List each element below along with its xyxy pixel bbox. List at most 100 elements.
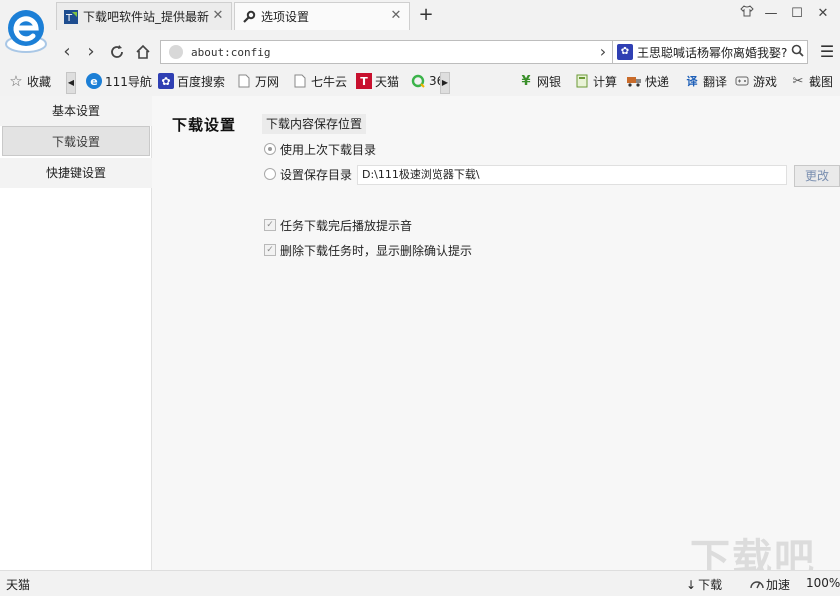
favorites-button[interactable]: ☆ 收藏 [8,71,51,91]
tab-title: 选项设置 [261,10,310,24]
sidebar-item-shortcuts[interactable]: 快捷键设置 [0,158,152,188]
bookmark-screenshot[interactable]: ✂ 截图 [790,71,833,91]
zoom-level[interactable]: 100% [806,576,840,590]
bookmark-bank[interactable]: ¥ 网银 [518,71,561,91]
checkbox-confirm-delete[interactable]: ✓ 删除下载任务时，显示删除确认提示 [264,241,472,259]
forward-icon[interactable]: › [80,40,102,64]
bookmark-calculator[interactable]: 计算 [574,71,617,91]
bookmark-111nav[interactable]: e 111导航 [86,71,152,91]
bookmark-tmall[interactable]: T 天猫 [356,71,399,91]
bookmark-game[interactable]: 游戏 [734,71,777,91]
refresh-icon[interactable] [106,40,128,64]
checkbox-play-sound[interactable]: ✓ 任务下载完后播放提示音 [264,216,412,234]
star-icon: ☆ [9,72,23,90]
search-box[interactable]: ✿ 王思聪喊话杨幂你离婚我娶? [612,40,808,64]
scissors-icon: ✂ [792,73,804,89]
bookmark-baidu[interactable]: ✿ 百度搜索 [158,71,225,91]
bookmarks-scroll-right[interactable]: ▶ [440,72,450,94]
sidebar-item-basic[interactable]: 基本设置 [0,96,152,126]
bookmark-label: 七牛云 [311,74,348,89]
bookmark-wanwang[interactable]: 万网 [236,71,279,91]
back-icon[interactable]: ‹ [56,40,78,64]
address-url[interactable]: about:config [191,46,649,59]
xzb-logo-icon: T [63,9,79,25]
tmall-icon: T [356,73,372,89]
bookmarks-scroll-left[interactable]: ◀ [66,72,76,94]
save-path-field[interactable]: D:\111极速浏览器下载\ [357,165,787,185]
status-text: 天猫 [6,578,31,592]
chevron-right-icon[interactable]: › [592,40,614,64]
browser-logo-icon[interactable] [4,6,52,54]
bookmark-label: 111导航 [105,74,152,89]
tab-options[interactable]: 选项设置 ✕ [234,2,410,30]
accelerate-button[interactable]: 加速 [750,576,790,593]
bookmarks-bar: ☆ 收藏 ◀ e 111导航 ✿ 百度搜索 万网 七牛云 T 天猫 36 ▶ ¥… [0,68,840,94]
home-icon[interactable] [132,40,154,64]
page-icon [236,73,252,89]
speedometer-icon [750,577,764,592]
change-path-button[interactable]: 更改 [794,165,840,187]
maximize-icon[interactable]: ☐ [786,4,808,24]
bookmark-translate[interactable]: 译 翻译 [684,71,728,91]
menu-icon[interactable]: ☰ [816,40,838,64]
checkbox-label: 任务下载完后播放提示音 [280,218,413,233]
globe-icon [169,45,183,59]
bookmark-label: 网银 [537,74,562,89]
bookmark-label: 截图 [809,74,834,89]
browser-chrome: T 下载吧软件站_提供最新 ✕ 选项设置 ✕ + — ☐ ✕ ‹ › about… [0,0,840,96]
favorites-label: 收藏 [27,74,52,89]
zoom-label: 100% [806,576,840,590]
sidebar-item-download[interactable]: 下载设置 [2,126,150,156]
download-button[interactable]: ↓ 下载 [686,576,722,593]
radio-label: 使用上次下载目录 [280,142,377,157]
close-icon[interactable]: ✕ [211,9,225,23]
accelerate-label: 加速 [766,578,791,592]
svg-text:T: T [65,13,73,24]
tab-bar: T 下载吧软件站_提供最新 ✕ 选项设置 ✕ + — ☐ ✕ [56,0,840,32]
minimize-icon[interactable]: — [760,4,782,24]
baidu-paw-icon[interactable]: ✿ [617,44,633,60]
tab-xzb[interactable]: T 下载吧软件站_提供最新 ✕ [56,2,232,30]
bookmark-label: 百度搜索 [177,74,226,89]
calculator-icon [574,73,590,89]
bookmark-label: 计算 [593,74,618,89]
game-icon [734,73,750,89]
new-tab-button[interactable]: + [416,5,436,25]
bookmark-express[interactable]: 快递 [626,71,669,91]
yen-icon: ¥ [521,73,531,89]
bookmark-label: 快递 [645,74,670,89]
skin-shirt-icon[interactable] [736,4,758,24]
radio-custom-directory[interactable]: 设置保存目录 [264,165,352,183]
tab-title: 下载吧软件站_提供最新 [83,10,210,24]
bookmark-label: 万网 [255,74,280,89]
download-settings-panel: 下载设置 下载内容保存位置 使用上次下载目录 设置保存目录 D:\111极速浏览… [152,96,840,570]
bookmark-qiniu[interactable]: 七牛云 [292,71,347,91]
e-icon: e [86,73,102,89]
checkbox[interactable]: ✓ [264,244,276,256]
search-input[interactable]: 王思聪喊话杨幂你离婚我娶? [637,44,787,61]
navigation-bar: ‹ › about:config ☆ ⚡ › ✿ 王思聪喊话杨幂你离婚我娶? ☰ [56,38,840,66]
section-label: 下载内容保存位置 [262,114,367,134]
arrow-down-icon: ↓ [686,577,697,592]
search-icon[interactable] [787,44,807,61]
page-title: 下载设置 [172,116,237,134]
baidu-paw-icon: ✿ [158,73,174,89]
truck-icon [626,73,642,89]
360-icon [410,73,426,89]
checkbox[interactable]: ✓ [264,219,276,231]
settings-page: 基本设置 下载设置 快捷键设置 下载设置 下载内容保存位置 使用上次下载目录 设… [0,96,840,570]
close-window-icon[interactable]: ✕ [812,4,834,24]
close-icon[interactable]: ✕ [389,9,403,23]
page-icon [292,73,308,89]
radio-button[interactable] [264,143,276,155]
radio-last-directory[interactable]: 使用上次下载目录 [264,140,376,158]
status-bar: 天猫 ↓ 下载 加速 100% [0,570,840,596]
radio-button[interactable] [264,168,276,180]
bookmark-label: 翻译 [703,74,728,89]
download-label: 下载 [698,578,723,592]
settings-sidebar: 基本设置 下载设置 快捷键设置 [0,96,152,570]
checkbox-label: 删除下载任务时，显示删除确认提示 [280,243,473,258]
radio-label: 设置保存目录 [280,167,353,182]
bookmark-label: 游戏 [753,74,778,89]
wrench-icon [241,9,257,25]
